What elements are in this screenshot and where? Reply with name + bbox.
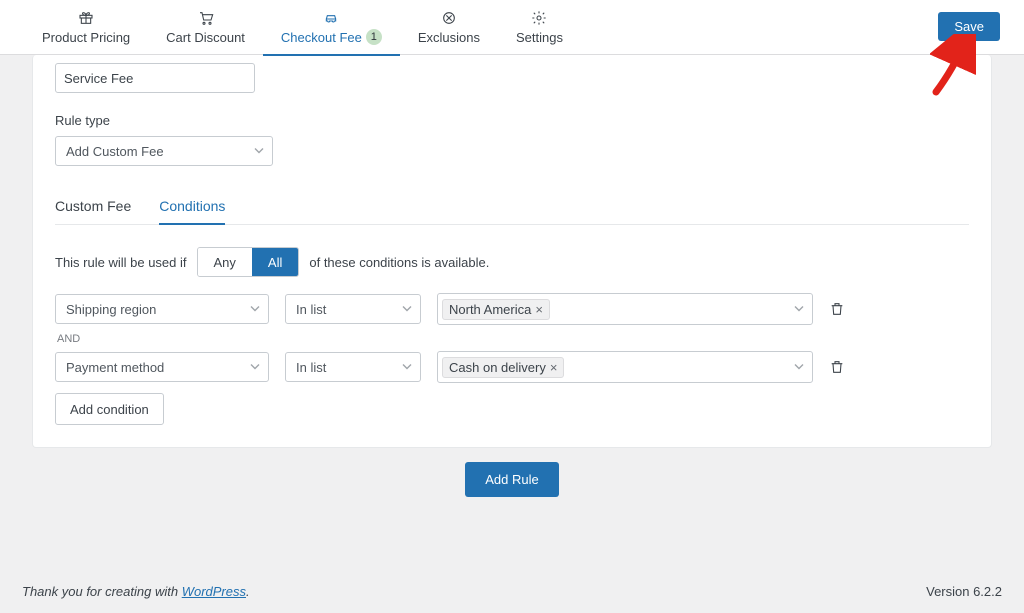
subtab-conditions[interactable]: Conditions [159, 190, 225, 224]
select-value: Payment method [66, 360, 164, 375]
condition-field-select[interactable]: Payment method [55, 352, 269, 382]
rule-title-input[interactable] [55, 63, 255, 93]
condition-value-multiselect[interactable]: Cash on delivery × [437, 351, 813, 383]
thanks-prefix: Thank you for creating with [22, 584, 182, 599]
tab-cart-discount[interactable]: Cart Discount [148, 0, 263, 55]
condition-row: Payment method In list Cash on delivery … [55, 351, 969, 383]
tag-remove-icon[interactable]: × [535, 302, 543, 317]
car-icon [323, 9, 339, 25]
add-rule-button[interactable]: Add Rule [465, 462, 558, 497]
condition-suffix: of these conditions is available. [309, 255, 489, 270]
exclude-icon [441, 10, 457, 26]
condition-operator-select[interactable]: In list [285, 352, 421, 382]
tab-label: Settings [516, 30, 563, 45]
any-all-segment: Any All [197, 247, 300, 277]
add-rule-wrap: Add Rule [0, 462, 1024, 497]
tab-label: Checkout Fee 1 [281, 29, 382, 45]
select-value: In list [296, 360, 326, 375]
rule-card: Rule type Add Custom Fee Custom Fee Cond… [32, 55, 992, 448]
sub-tabs: Custom Fee Conditions [55, 190, 969, 225]
condition-row: Shipping region In list North America × [55, 293, 969, 325]
chevron-down-icon [402, 302, 412, 317]
delete-row-button[interactable] [829, 359, 845, 375]
rule-type-label: Rule type [55, 113, 969, 128]
condition-prefix: This rule will be used if [55, 255, 187, 270]
top-nav: Product Pricing Cart Discount Checkout F… [0, 0, 1024, 55]
tag-label: Cash on delivery [449, 360, 546, 375]
tab-label: Product Pricing [42, 30, 130, 45]
version-text: Version 6.2.2 [926, 584, 1002, 599]
tab-text: Checkout Fee [281, 30, 362, 45]
chevron-down-icon [402, 360, 412, 375]
footer-thanks: Thank you for creating with WordPress. [22, 584, 250, 599]
condition-header: This rule will be used if Any All of the… [55, 247, 969, 277]
condition-value-multiselect[interactable]: North America × [437, 293, 813, 325]
tab-settings[interactable]: Settings [498, 0, 581, 55]
chevron-down-icon [254, 144, 264, 159]
tab-exclusions[interactable]: Exclusions [400, 0, 498, 55]
condition-field-select[interactable]: Shipping region [55, 294, 269, 324]
value-tag: Cash on delivery × [442, 357, 564, 378]
thanks-period: . [246, 584, 250, 599]
select-value: Shipping region [66, 302, 156, 317]
tab-badge: 1 [366, 29, 382, 45]
tab-product-pricing[interactable]: Product Pricing [24, 0, 148, 55]
gift-icon [78, 10, 94, 26]
wordpress-link[interactable]: WordPress [182, 584, 246, 599]
condition-operator-select[interactable]: In list [285, 294, 421, 324]
cart-icon [198, 10, 214, 26]
rule-type-select[interactable]: Add Custom Fee [55, 136, 273, 166]
delete-row-button[interactable] [829, 301, 845, 317]
tab-label: Cart Discount [166, 30, 245, 45]
tag-label: North America [449, 302, 531, 317]
and-label: AND [57, 333, 969, 345]
footer: Thank you for creating with WordPress. V… [22, 584, 1002, 599]
chevron-down-icon [250, 360, 260, 375]
segment-all[interactable]: All [252, 248, 298, 276]
select-value: In list [296, 302, 326, 317]
segment-any[interactable]: Any [198, 248, 252, 276]
subtab-custom-fee[interactable]: Custom Fee [55, 190, 131, 224]
add-condition-button[interactable]: Add condition [55, 393, 164, 425]
tab-checkout-fee[interactable]: Checkout Fee 1 [263, 0, 400, 55]
save-button[interactable]: Save [938, 12, 1000, 41]
tab-label: Exclusions [418, 30, 480, 45]
chevron-down-icon [794, 360, 804, 375]
value-tag: North America × [442, 299, 550, 320]
chevron-down-icon [250, 302, 260, 317]
tag-remove-icon[interactable]: × [550, 360, 558, 375]
rule-type-value: Add Custom Fee [66, 144, 164, 159]
chevron-down-icon [794, 302, 804, 317]
gear-icon [531, 10, 547, 26]
